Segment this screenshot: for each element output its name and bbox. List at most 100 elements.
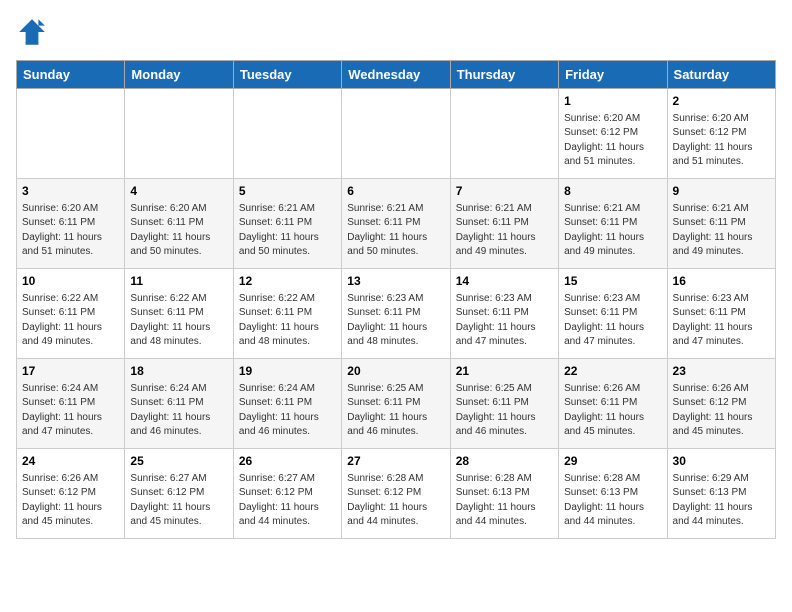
day-info: Sunrise: 6:23 AM Sunset: 6:11 PM Dayligh…: [564, 292, 661, 350]
day-number: 30: [673, 453, 770, 470]
calendar-cell: [342, 89, 450, 179]
day-info: Sunrise: 6:25 AM Sunset: 6:11 PM Dayligh…: [347, 382, 444, 440]
day-info: Sunrise: 6:21 AM Sunset: 6:11 PM Dayligh…: [239, 202, 336, 260]
day-number: 20: [347, 363, 444, 380]
day-number: 13: [347, 273, 444, 290]
calendar-header-friday: Friday: [559, 61, 667, 89]
day-info: Sunrise: 6:29 AM Sunset: 6:13 PM Dayligh…: [673, 472, 770, 530]
day-number: 26: [239, 453, 336, 470]
calendar-cell: 28Sunrise: 6:28 AM Sunset: 6:13 PM Dayli…: [450, 449, 558, 539]
calendar-header-row: SundayMondayTuesdayWednesdayThursdayFrid…: [17, 61, 776, 89]
calendar-cell: 10 Sunrise: 6:22 AM Sunset: 6:11 PM Dayli…: [17, 269, 125, 359]
day-info: Sunrise: 6:26 AM Sunset: 6:11 PM Dayligh…: [564, 382, 661, 440]
day-info: Sunrise: 6:20 AM Sunset: 6:12 PM Dayligh…: [564, 112, 661, 170]
calendar-cell: 21 Sunrise: 6:25 AM Sunset: 6:11 PM Dayli…: [450, 359, 558, 449]
calendar-cell: 20 Sunrise: 6:25 AM Sunset: 6:11 PM Dayli…: [342, 359, 450, 449]
calendar-week-row: 10 Sunrise: 6:22 AM Sunset: 6:11 PM Dayli…: [17, 269, 776, 359]
calendar-header-thursday: Thursday: [450, 61, 558, 89]
day-number: 15: [564, 273, 661, 290]
calendar-cell: [125, 89, 233, 179]
day-number: 28: [456, 453, 553, 470]
calendar-cell: [233, 89, 341, 179]
day-number: 27: [347, 453, 444, 470]
calendar-cell: 6 Sunrise: 6:21 AM Sunset: 6:11 PM Daylig…: [342, 179, 450, 269]
calendar-cell: 5Sunrise: 6:21 AM Sunset: 6:11 PM Daylig…: [233, 179, 341, 269]
day-info: Sunrise: 6:22 AM Sunset: 6:11 PM Dayligh…: [22, 292, 119, 350]
day-info: Sunrise: 6:20 AM Sunset: 6:11 PM Dayligh…: [130, 202, 227, 260]
calendar-cell: 12 Sunrise: 6:22 AM Sunset: 6:11 PM Dayli…: [233, 269, 341, 359]
calendar-cell: 23 Sunrise: 6:26 AM Sunset: 6:12 PM Dayli…: [667, 359, 775, 449]
calendar-week-row: 1 Sunrise: 6:20 AM Sunset: 6:12 PM Daylig…: [17, 89, 776, 179]
calendar-cell: 17Sunrise: 6:24 AM Sunset: 6:11 PM Dayli…: [17, 359, 125, 449]
day-number: 18: [130, 363, 227, 380]
calendar-cell: 7 Sunrise: 6:21 AM Sunset: 6:11 PM Daylig…: [450, 179, 558, 269]
header: [16, 16, 776, 48]
day-number: 10: [22, 273, 119, 290]
day-number: 9: [673, 183, 770, 200]
day-info: Sunrise: 6:22 AM Sunset: 6:11 PM Dayligh…: [239, 292, 336, 350]
day-number: 16: [673, 273, 770, 290]
calendar-cell: 18 Sunrise: 6:24 AM Sunset: 6:11 PM Dayli…: [125, 359, 233, 449]
calendar-cell: 30 Sunrise: 6:29 AM Sunset: 6:13 PM Dayli…: [667, 449, 775, 539]
day-number: 12: [239, 273, 336, 290]
calendar-header-wednesday: Wednesday: [342, 61, 450, 89]
day-number: 22: [564, 363, 661, 380]
day-number: 25: [130, 453, 227, 470]
calendar-header-sunday: Sunday: [17, 61, 125, 89]
calendar-cell: [450, 89, 558, 179]
day-info: Sunrise: 6:21 AM Sunset: 6:11 PM Dayligh…: [347, 202, 444, 260]
day-info: Sunrise: 6:21 AM Sunset: 6:11 PM Dayligh…: [673, 202, 770, 260]
calendar-cell: 29 Sunrise: 6:28 AM Sunset: 6:13 PM Dayli…: [559, 449, 667, 539]
day-number: 14: [456, 273, 553, 290]
day-info: Sunrise: 6:26 AM Sunset: 6:12 PM Dayligh…: [673, 382, 770, 440]
day-number: 3: [22, 183, 119, 200]
calendar-header-monday: Monday: [125, 61, 233, 89]
day-info: Sunrise: 6:27 AM Sunset: 6:12 PM Dayligh…: [130, 472, 227, 530]
calendar-cell: 4 Sunrise: 6:20 AM Sunset: 6:11 PM Daylig…: [125, 179, 233, 269]
day-info: Sunrise: 6:27 AM Sunset: 6:12 PM Dayligh…: [239, 472, 336, 530]
day-number: 6: [347, 183, 444, 200]
day-info: Sunrise: 6:24 AM Sunset: 6:11 PM Dayligh…: [239, 382, 336, 440]
logo: [16, 16, 52, 48]
calendar-cell: 25 Sunrise: 6:27 AM Sunset: 6:12 PM Dayli…: [125, 449, 233, 539]
calendar-header-tuesday: Tuesday: [233, 61, 341, 89]
day-info: Sunrise: 6:21 AM Sunset: 6:11 PM Dayligh…: [456, 202, 553, 260]
calendar-cell: 15 Sunrise: 6:23 AM Sunset: 6:11 PM Dayli…: [559, 269, 667, 359]
day-number: 23: [673, 363, 770, 380]
day-info: Sunrise: 6:23 AM Sunset: 6:11 PM Dayligh…: [456, 292, 553, 350]
calendar-cell: 3 Sunrise: 6:20 AM Sunset: 6:11 PM Daylig…: [17, 179, 125, 269]
day-info: Sunrise: 6:26 AM Sunset: 6:12 PM Dayligh…: [22, 472, 119, 530]
day-info: Sunrise: 6:22 AM Sunset: 6:11 PM Dayligh…: [130, 292, 227, 350]
calendar-week-row: 3 Sunrise: 6:20 AM Sunset: 6:11 PM Daylig…: [17, 179, 776, 269]
day-info: Sunrise: 6:24 AM Sunset: 6:11 PM Dayligh…: [130, 382, 227, 440]
day-number: 4: [130, 183, 227, 200]
calendar-table: SundayMondayTuesdayWednesdayThursdayFrid…: [16, 60, 776, 539]
day-number: 19: [239, 363, 336, 380]
calendar-cell: [17, 89, 125, 179]
calendar-week-row: 24 Sunrise: 6:26 AM Sunset: 6:12 PM Dayli…: [17, 449, 776, 539]
day-number: 24: [22, 453, 119, 470]
day-number: 29: [564, 453, 661, 470]
day-number: 7: [456, 183, 553, 200]
calendar-cell: 11Sunrise: 6:22 AM Sunset: 6:11 PM Dayli…: [125, 269, 233, 359]
day-info: Sunrise: 6:20 AM Sunset: 6:12 PM Dayligh…: [673, 112, 770, 170]
day-info: Sunrise: 6:25 AM Sunset: 6:11 PM Dayligh…: [456, 382, 553, 440]
day-info: Sunrise: 6:23 AM Sunset: 6:11 PM Dayligh…: [673, 292, 770, 350]
calendar-cell: 13 Sunrise: 6:23 AM Sunset: 6:11 PM Dayli…: [342, 269, 450, 359]
calendar-cell: 24 Sunrise: 6:26 AM Sunset: 6:12 PM Dayli…: [17, 449, 125, 539]
calendar-cell: 8Sunrise: 6:21 AM Sunset: 6:11 PM Daylig…: [559, 179, 667, 269]
day-number: 1: [564, 93, 661, 110]
day-number: 21: [456, 363, 553, 380]
day-info: Sunrise: 6:23 AM Sunset: 6:11 PM Dayligh…: [347, 292, 444, 350]
calendar-cell: 2Sunrise: 6:20 AM Sunset: 6:12 PM Daylig…: [667, 89, 775, 179]
calendar-cell: 9 Sunrise: 6:21 AM Sunset: 6:11 PM Daylig…: [667, 179, 775, 269]
calendar-cell: 16 Sunrise: 6:23 AM Sunset: 6:11 PM Dayli…: [667, 269, 775, 359]
day-info: Sunrise: 6:28 AM Sunset: 6:13 PM Dayligh…: [564, 472, 661, 530]
day-info: Sunrise: 6:20 AM Sunset: 6:11 PM Dayligh…: [22, 202, 119, 260]
logo-icon: [16, 16, 48, 48]
calendar-cell: 27Sunrise: 6:28 AM Sunset: 6:12 PM Dayli…: [342, 449, 450, 539]
day-info: Sunrise: 6:21 AM Sunset: 6:11 PM Dayligh…: [564, 202, 661, 260]
calendar-cell: 19 Sunrise: 6:24 AM Sunset: 6:11 PM Dayli…: [233, 359, 341, 449]
calendar-cell: 1 Sunrise: 6:20 AM Sunset: 6:12 PM Daylig…: [559, 89, 667, 179]
day-number: 17: [22, 363, 119, 380]
